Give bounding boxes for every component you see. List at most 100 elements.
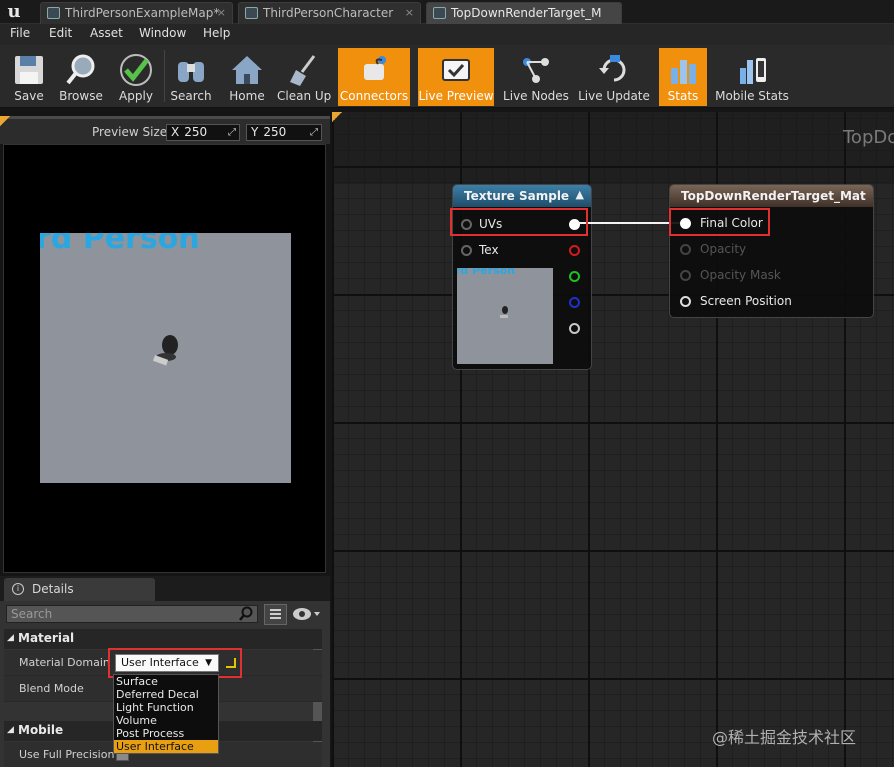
search-icon[interactable] [238, 606, 254, 622]
a-output-pin[interactable] [569, 323, 580, 334]
toolbar-separator [164, 50, 165, 102]
house-icon [232, 56, 262, 84]
option-user-interface[interactable]: User Interface [114, 740, 218, 753]
magnifier-icon [66, 54, 95, 85]
material-domain-label: Material Domain [19, 656, 110, 669]
blueprint-icon [245, 7, 258, 19]
close-icon[interactable]: × [405, 3, 414, 23]
material-section-label: Material [18, 631, 75, 645]
search-button[interactable]: Search [168, 48, 214, 106]
character-silhouette-icon [500, 306, 508, 318]
opacity-mask-pin[interactable] [680, 270, 691, 281]
option-light-function[interactable]: Light Function [114, 701, 218, 714]
b-output-pin[interactable] [569, 297, 580, 308]
r-output-pin[interactable] [569, 245, 580, 256]
material-icon [433, 7, 446, 19]
g-output-pin[interactable] [569, 271, 580, 282]
details-search-input[interactable]: Search [6, 605, 258, 623]
list-icon [270, 609, 281, 619]
preview-width-field[interactable]: X 250 ⤢ [166, 124, 240, 141]
close-icon[interactable]: × [217, 3, 226, 23]
tex-input-pin[interactable] [461, 245, 472, 256]
browse-button[interactable]: Browse [57, 48, 105, 106]
resize-arrows-icon[interactable]: ⤢ [228, 125, 236, 140]
collapse-arrow-icon[interactable]: ◢ [7, 721, 14, 740]
collapse-arrow-icon[interactable]: ▲ [576, 188, 584, 201]
tab-topdown-render-target-mat[interactable]: TopDownRenderTarget_M [426, 2, 622, 24]
mobile-stats-button[interactable]: Mobile Stats [714, 48, 790, 106]
preview-width-value: 250 [184, 125, 208, 139]
save-label: Save [14, 89, 44, 103]
material-graph-canvas[interactable]: TopDo Texture Sample ▲ UVs Tex rd Person… [332, 112, 894, 767]
floppy-disk-icon [15, 56, 43, 84]
title-tab-bar: u ThirdPersonExampleMap* × ThirdPersonCh… [0, 0, 894, 24]
tex-input-row: Tex [453, 240, 591, 260]
toolbar: Save Browse Apply Search Home Clean Up C… [0, 45, 894, 108]
stats-label: Stats [667, 89, 699, 103]
screen-position-pin[interactable] [680, 296, 691, 307]
clean-up-label: Clean Up [277, 89, 332, 103]
browse-label: Browse [59, 89, 103, 103]
option-post-process[interactable]: Post Process [114, 727, 218, 740]
clean-up-button[interactable]: Clean Up [277, 48, 331, 106]
mobile-chart-icon [740, 58, 766, 84]
graph-title: TopDo [843, 127, 894, 148]
menu-help[interactable]: Help [203, 26, 230, 40]
highlight-box-final-color [669, 208, 770, 236]
panel-corner-marker [0, 116, 10, 126]
unreal-logo-icon[interactable]: u [3, 2, 25, 22]
list-view-button[interactable] [264, 604, 287, 625]
collapse-arrow-icon[interactable]: ◢ [7, 629, 14, 648]
tab-third-person-character[interactable]: ThirdPersonCharacter × [238, 2, 421, 24]
tab-label: ThirdPersonCharacter [263, 6, 394, 20]
live-preview-button[interactable]: Live Preview [418, 48, 494, 106]
preview-size-label: Preview Size [92, 125, 168, 139]
full-precision-label: Use Full Precision [19, 748, 115, 761]
details-tab-label: Details [32, 582, 74, 596]
live-nodes-button[interactable]: Live Nodes [502, 48, 570, 106]
apply-label: Apply [119, 89, 153, 103]
tab-label: ThirdPersonExampleMap* [65, 6, 220, 20]
option-volume[interactable]: Volume [114, 714, 218, 727]
apply-button[interactable]: Apply [111, 48, 161, 106]
opacity-pin[interactable] [680, 244, 691, 255]
save-button[interactable]: Save [5, 48, 53, 106]
menu-asset[interactable]: Asset [90, 26, 123, 40]
material-section-header[interactable]: ◢ Material [4, 629, 322, 649]
preview-viewport[interactable]: rd Person [3, 144, 326, 573]
y-axis-label: Y [251, 125, 259, 139]
texture-sample-title[interactable]: Texture Sample [453, 185, 591, 207]
preview-header: Preview Size X 250 ⤢ Y 250 ⤢ [0, 116, 330, 144]
live-update-button[interactable]: Live Update [578, 48, 650, 106]
preview-height-field[interactable]: Y 250 ⤢ [246, 124, 322, 141]
preview-height-value: 250 [263, 125, 287, 139]
menu-bar: File Edit Asset Window Help [0, 24, 894, 45]
graph-title-bar [332, 112, 894, 184]
stats-button[interactable]: Stats [659, 48, 707, 106]
nodes-icon [523, 58, 549, 83]
resize-arrows-icon[interactable]: ⤢ [310, 125, 318, 140]
details-tab[interactable]: i Details [4, 578, 155, 601]
live-update-label: Live Update [578, 89, 650, 103]
blend-mode-label: Blend Mode [19, 682, 84, 695]
details-icon: i [12, 583, 24, 595]
character-silhouette-icon [152, 335, 178, 366]
connectors-button[interactable]: Connectors [338, 48, 410, 106]
material-domain-options: Surface Deferred Decal Light Function Vo… [113, 674, 219, 754]
x-axis-label: X [171, 125, 180, 139]
option-deferred-decal[interactable]: Deferred Decal [114, 688, 218, 701]
screen-position-label: Screen Position [700, 294, 792, 308]
eye-icon[interactable] [292, 606, 322, 622]
tab-third-person-example-map[interactable]: ThirdPersonExampleMap* × [40, 2, 233, 24]
menu-window[interactable]: Window [139, 26, 186, 40]
level-icon [47, 7, 60, 19]
material-output-node[interactable]: TopDownRenderTarget_Mat Final Color Opac… [669, 184, 874, 318]
thumbnail-text: rd Person [457, 268, 516, 277]
material-output-title[interactable]: TopDownRenderTarget_Mat [670, 185, 873, 207]
home-button[interactable]: Home [224, 48, 270, 106]
menu-file[interactable]: File [10, 26, 30, 40]
option-surface[interactable]: Surface [114, 675, 218, 688]
live-nodes-label: Live Nodes [503, 89, 569, 103]
highlight-box-uvs [450, 208, 588, 236]
menu-edit[interactable]: Edit [49, 26, 72, 40]
